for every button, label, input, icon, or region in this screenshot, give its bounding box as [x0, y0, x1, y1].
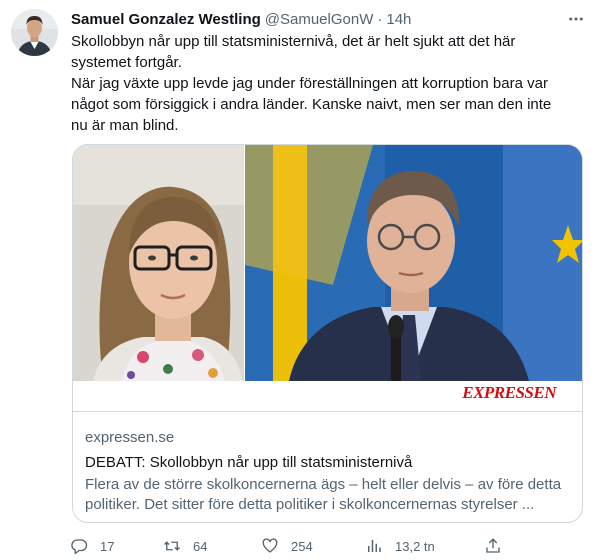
card-image[interactable]: EXPRESSEN — [73, 145, 582, 411]
share-button[interactable] — [484, 535, 514, 557]
tweet-text-line: systemet fortgår. — [71, 54, 182, 71]
retweet-count: 64 — [193, 538, 208, 554]
card-description: Flera av de större skolkoncernerna ägs –… — [85, 476, 562, 513]
tweet-text-line: Skollobbyn når upp till statsministerniv… — [71, 33, 516, 50]
tweet[interactable]: Samuel Gonzalez Westling @SamuelGonW · 1… — [0, 0, 600, 560]
tweet-text-line: När jag växte upp levde jag under förest… — [71, 75, 548, 92]
views-icon — [368, 540, 381, 552]
like-icon — [262, 538, 278, 553]
card-title: DEBATT: Skollobbyn når upp till statsmin… — [85, 454, 413, 471]
like-count: 254 — [291, 538, 313, 554]
author-name[interactable]: Samuel Gonzalez Westling — [71, 11, 261, 28]
card-meta[interactable]: expressen.se DEBATT: Skollobbyn når upp … — [73, 411, 582, 522]
tweet-text-line: något som försiggick i andra länder. Kan… — [71, 96, 552, 113]
action-bar: 17 64 254 13,2 tn — [70, 535, 530, 557]
card-domain: expressen.se — [85, 429, 175, 446]
card-photo-collage — [73, 145, 582, 411]
views-count: 13,2 tn — [395, 538, 435, 554]
more-options-button[interactable] — [562, 5, 590, 33]
tweet-header: Samuel Gonzalez Westling @SamuelGonW · 1… — [71, 9, 580, 29]
tweet-text: Skollobbyn når upp till statsministerniv… — [71, 31, 576, 136]
avatar-image — [11, 9, 58, 56]
like-button[interactable]: 254 — [261, 535, 313, 557]
share-icon — [486, 538, 500, 553]
reply-count: 17 — [100, 538, 115, 554]
tweet-text-line: nu är man blind. — [71, 117, 179, 134]
retweet-button[interactable]: 64 — [163, 535, 207, 557]
timestamp[interactable]: 14h — [386, 11, 411, 28]
more-icon — [569, 17, 583, 21]
author-handle[interactable]: @SamuelGonW — [265, 11, 374, 28]
link-card[interactable]: EXPRESSEN expressen.se DEBATT: Skollobby… — [72, 144, 583, 523]
brand-logo: EXPRESSEN — [462, 383, 556, 402]
retweet-icon — [164, 541, 180, 551]
reply-button[interactable]: 17 — [70, 535, 114, 557]
avatar[interactable] — [11, 9, 58, 56]
reply-icon — [71, 539, 88, 555]
separator-dot: · — [377, 10, 383, 28]
views-button[interactable]: 13,2 tn — [365, 535, 435, 557]
